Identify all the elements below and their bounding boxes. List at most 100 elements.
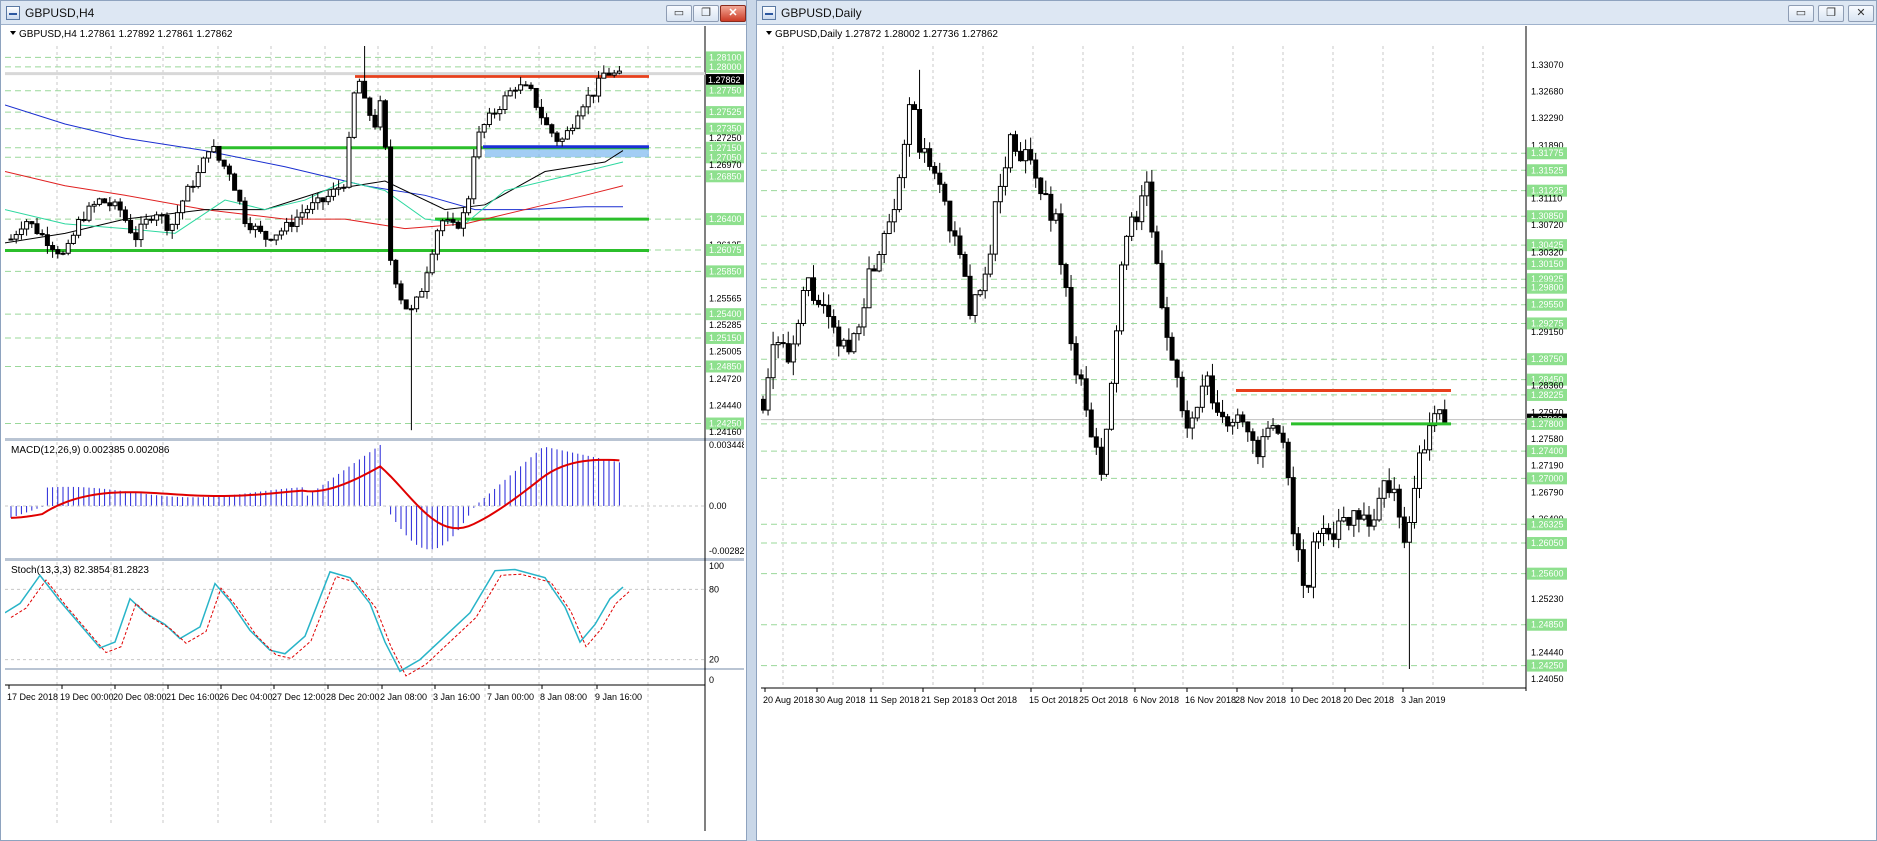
pane-separator xyxy=(5,438,744,441)
bear-candle xyxy=(1048,193,1054,221)
bear-candle xyxy=(1396,488,1402,518)
bear-candle xyxy=(367,97,373,116)
h4-chart-canvas[interactable]: 0.0034480.00-0.002823 10080200 1.281001.… xyxy=(5,26,744,838)
bull-candle xyxy=(70,234,76,244)
bear-candle xyxy=(826,304,832,318)
bear-candle xyxy=(1149,181,1155,233)
bear-candle xyxy=(1275,425,1281,434)
bull-candle xyxy=(174,212,180,225)
time-label: 10 Dec 2018 xyxy=(1290,695,1341,705)
bear-candle xyxy=(1028,149,1034,161)
time-label: 30 Aug 2018 xyxy=(815,695,866,705)
bull-candle xyxy=(1411,487,1417,523)
h4-chart-area[interactable]: 0.0034480.00-0.002823 10080200 1.281001.… xyxy=(5,26,744,838)
chart-window-icon xyxy=(6,6,20,20)
minimize-button[interactable]: ▭ xyxy=(1788,5,1814,22)
time-label: 3 Jan 2019 xyxy=(1401,695,1446,705)
bear-candle xyxy=(164,214,170,231)
price-label: 1.31110 xyxy=(1531,194,1562,204)
bull-candle xyxy=(866,268,872,309)
bear-candle xyxy=(1305,584,1311,588)
close-button[interactable]: ✕ xyxy=(720,5,746,22)
bear-candle xyxy=(1366,514,1372,527)
h4-time-axis: 17 Dec 2018 19 Dec 00:00 20 Dec 08:00 21 De… xyxy=(5,684,705,702)
bull-candle xyxy=(575,115,581,129)
bear-candle xyxy=(398,283,404,301)
bull-candle xyxy=(180,200,186,214)
price-label: 1.25565 xyxy=(709,293,742,303)
bull-candle xyxy=(434,230,440,255)
bear-candle xyxy=(1255,439,1261,458)
time-label: 20 Dec 2018 xyxy=(1343,695,1394,705)
time-label: 28 Dec 20:00 xyxy=(326,692,380,702)
stoch-scale-label: 80 xyxy=(709,584,719,594)
bull-candle xyxy=(856,326,862,335)
bull-candle xyxy=(1417,452,1422,489)
restore-button[interactable]: ❐ xyxy=(1818,5,1844,22)
bull-candle xyxy=(1316,532,1321,543)
close-button[interactable]: ✕ xyxy=(1848,5,1874,22)
time-label: 17 Dec 2018 xyxy=(7,692,58,702)
bull-candle xyxy=(611,72,617,76)
bull-candle xyxy=(1114,330,1119,384)
bull-candle xyxy=(601,72,607,79)
bull-candle xyxy=(1437,409,1443,415)
restore-button[interactable]: ❐ xyxy=(693,5,719,22)
chart-menu-triangle-icon[interactable] xyxy=(10,31,16,35)
h4-chart-window[interactable]: GBPUSD,H4 ▭ ❐ ✕ 0.003448 0.00 -0.002823 10… xyxy=(0,0,747,841)
bear-candle xyxy=(811,277,816,301)
bull-candle xyxy=(1270,425,1276,429)
h4-window-title: GBPUSD,H4 xyxy=(25,6,95,20)
bull-candle xyxy=(922,148,928,153)
bull-candle xyxy=(112,201,118,207)
bull-candle xyxy=(486,112,492,126)
bull-candle xyxy=(891,209,897,223)
bull-candle xyxy=(424,272,430,292)
bear-candle xyxy=(821,304,827,307)
bear-candle xyxy=(1442,409,1448,423)
bear-candle xyxy=(554,132,560,142)
daily-level-lines[interactable] xyxy=(1236,389,1451,426)
bull-candle xyxy=(1199,385,1205,408)
bear-candle xyxy=(538,106,544,119)
bear-candle xyxy=(1386,480,1392,494)
bull-candle xyxy=(419,290,425,298)
bear-candle xyxy=(785,343,791,363)
bull-candle xyxy=(1139,195,1145,223)
daily-candles xyxy=(761,69,1448,669)
bull-candle xyxy=(1376,497,1382,521)
price-label: 1.32290 xyxy=(1531,113,1564,123)
price-label: 1.30720 xyxy=(1531,220,1564,230)
bear-candle xyxy=(549,124,555,134)
bull-candle xyxy=(310,202,316,210)
bull-candle xyxy=(1422,449,1428,454)
bear-candle xyxy=(1174,359,1180,378)
daily-window-titlebar[interactable]: GBPUSD,Daily ▭ ❐ ✕ xyxy=(757,1,1876,25)
ma-green-line xyxy=(5,161,624,234)
bull-candle xyxy=(1129,216,1135,237)
price-label: 1.26400 xyxy=(709,214,742,224)
bull-candle xyxy=(336,187,342,190)
bull-candle xyxy=(460,212,466,229)
bull-candle xyxy=(471,156,477,200)
minimize-button[interactable]: ▭ xyxy=(666,5,692,22)
time-label: 21 Sep 2018 xyxy=(921,695,972,705)
bull-candle xyxy=(876,254,882,272)
macd-scale-label: 0.00 xyxy=(709,501,727,511)
bear-candle xyxy=(39,233,45,236)
daily-chart-window[interactable]: GBPUSD,Daily ▭ ❐ ✕ 1.33070 1.32680 1.32290… xyxy=(756,0,1877,841)
price-label: 1.27525 xyxy=(709,107,742,117)
bull-candle xyxy=(195,172,201,188)
bear-candle xyxy=(917,109,923,153)
bear-candle xyxy=(1093,436,1099,448)
daily-chart-area[interactable]: 1.33070 1.32680 1.32290 1.31890 1.31775 1.315… xyxy=(761,26,1874,838)
time-label: 2 Jan 08:00 xyxy=(380,692,427,702)
h4-window-titlebar[interactable]: GBPUSD,H4 ▭ ❐ ✕ xyxy=(1,1,746,25)
bear-candle xyxy=(258,225,264,232)
bear-candle xyxy=(29,221,35,225)
bull-candle xyxy=(299,212,305,218)
bull-candle xyxy=(1230,421,1236,427)
daily-chart-canvas[interactable]: 1.330701.326801.322901.318901.317751.315… xyxy=(761,26,1874,838)
chart-menu-triangle-icon[interactable] xyxy=(766,31,772,35)
bull-candle xyxy=(96,198,102,205)
